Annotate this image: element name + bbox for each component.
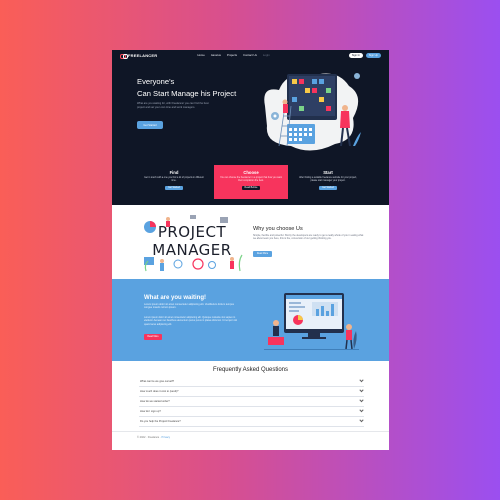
sign-in-button[interactable]: Sign In — [348, 52, 363, 58]
footer-text: © 2022 · Freelance · Privacy — [137, 436, 170, 439]
faq-item[interactable]: How do we started order? — [139, 397, 364, 407]
faq-question: Do you help the Project Freelance? — [140, 420, 181, 423]
hero-description: What are you waiting for, with Freelance… — [137, 102, 209, 109]
footer-privacy-link[interactable]: Privacy — [162, 436, 171, 439]
card-start-title: Start — [323, 170, 333, 175]
why-read-more-button[interactable]: Read More — [253, 251, 272, 257]
card-start-text: After finding a suitable freelance websi… — [299, 177, 357, 182]
project-manager-illustration: PROJECT MANAGER — [144, 215, 243, 272]
faq-title: Frequently Asked Questions — [212, 367, 289, 373]
hero-title: Everyone's Can Start Manage his Project — [137, 76, 236, 100]
faq-item[interactable]: How much does it cost to (send)? — [139, 387, 364, 397]
hero-title-line2: Can Start Manage his Project — [137, 89, 237, 98]
nav-link-aanelus[interactable]: Aanelus — [211, 53, 221, 57]
top-nav: FREELANCER Home Aanelus Projects Contact… — [112, 50, 389, 60]
cta-paragraph-2: Lorem ipsum dolor sit amet consectetur a… — [144, 316, 238, 326]
chevron-down-icon — [359, 397, 364, 403]
chevron-down-icon — [359, 387, 364, 393]
faq-item[interactable]: How do I sign up? — [139, 407, 364, 417]
why-title: Why you choose Us — [253, 226, 303, 232]
cta-section: What are you waiting! Lorem ipsum dolor … — [112, 279, 389, 361]
nav-link-projects[interactable]: Projects — [227, 53, 237, 57]
card-find-title: Find — [169, 170, 179, 175]
footer: © 2022 · Freelance · Privacy — [112, 431, 389, 450]
art-text-manager: MANAGER — [152, 241, 231, 259]
faq-question: How do we started order? — [140, 400, 170, 403]
hero-title-line1: Everyone's — [137, 77, 175, 86]
cta-read-more-button[interactable]: Read More — [144, 334, 162, 340]
card-choose-text: You can choose the freelancer in a proje… — [220, 177, 282, 182]
chevron-down-icon — [359, 407, 364, 413]
nav-link-login[interactable]: Login — [263, 53, 270, 57]
nav-link-home[interactable]: Home — [197, 53, 204, 57]
footer-copyright: © 2022 · Freelance · — [137, 436, 162, 439]
cta-paragraph-1: Lorem ipsum dolor sit amet consectetur a… — [144, 303, 235, 310]
card-choose-title: Choose — [243, 170, 259, 175]
brand-name: FREELANCER — [128, 52, 158, 58]
nav-link-contact[interactable]: Contact Us — [243, 53, 257, 57]
card-choose-button[interactable]: Read Before — [241, 186, 261, 190]
card-find: Find Get in touch with a one you find a … — [137, 165, 211, 199]
card-find-text: Get in touch with a one you find a lot o… — [144, 177, 204, 182]
card-start: Start After finding a suitable freelance… — [291, 165, 365, 199]
faq-item[interactable]: What can be we give ourself? — [139, 377, 364, 387]
logo-icon — [120, 53, 128, 59]
cta-title: What are you waiting! — [144, 295, 207, 301]
chevron-down-icon — [359, 417, 364, 423]
auth-buttons: Sign In Sign Up — [348, 52, 381, 58]
faq-item[interactable]: Do you help the Project Freelance? — [139, 417, 364, 427]
faq-question: How do I sign up? — [140, 410, 161, 413]
dashboard-illustration — [264, 293, 359, 350]
card-start-button[interactable]: Get Started — [319, 186, 337, 190]
hero-illustration — [264, 73, 361, 151]
faq-question: What can be we give ourself? — [140, 380, 175, 383]
chevron-down-icon — [359, 377, 364, 383]
card-find-button[interactable]: Get Started — [165, 186, 183, 190]
landing-page: FREELANCER Home Aanelus Projects Contact… — [112, 50, 389, 450]
faq-list: What can be we give ourself? How much do… — [139, 377, 364, 427]
sign-up-button[interactable]: Sign Up — [365, 52, 381, 58]
brand-logo[interactable]: FREELANCER — [120, 52, 158, 59]
hero-get-started-button[interactable]: Get Started — [137, 121, 163, 129]
nav-links: Home Aanelus Projects Contact Us Login — [197, 53, 269, 57]
why-description: Simple, flexible and powerful. Shorty th… — [253, 234, 364, 241]
card-choose: Choose You can choose the freelancer in … — [214, 165, 288, 199]
faq-question: How much does it cost to (send)? — [140, 390, 179, 393]
